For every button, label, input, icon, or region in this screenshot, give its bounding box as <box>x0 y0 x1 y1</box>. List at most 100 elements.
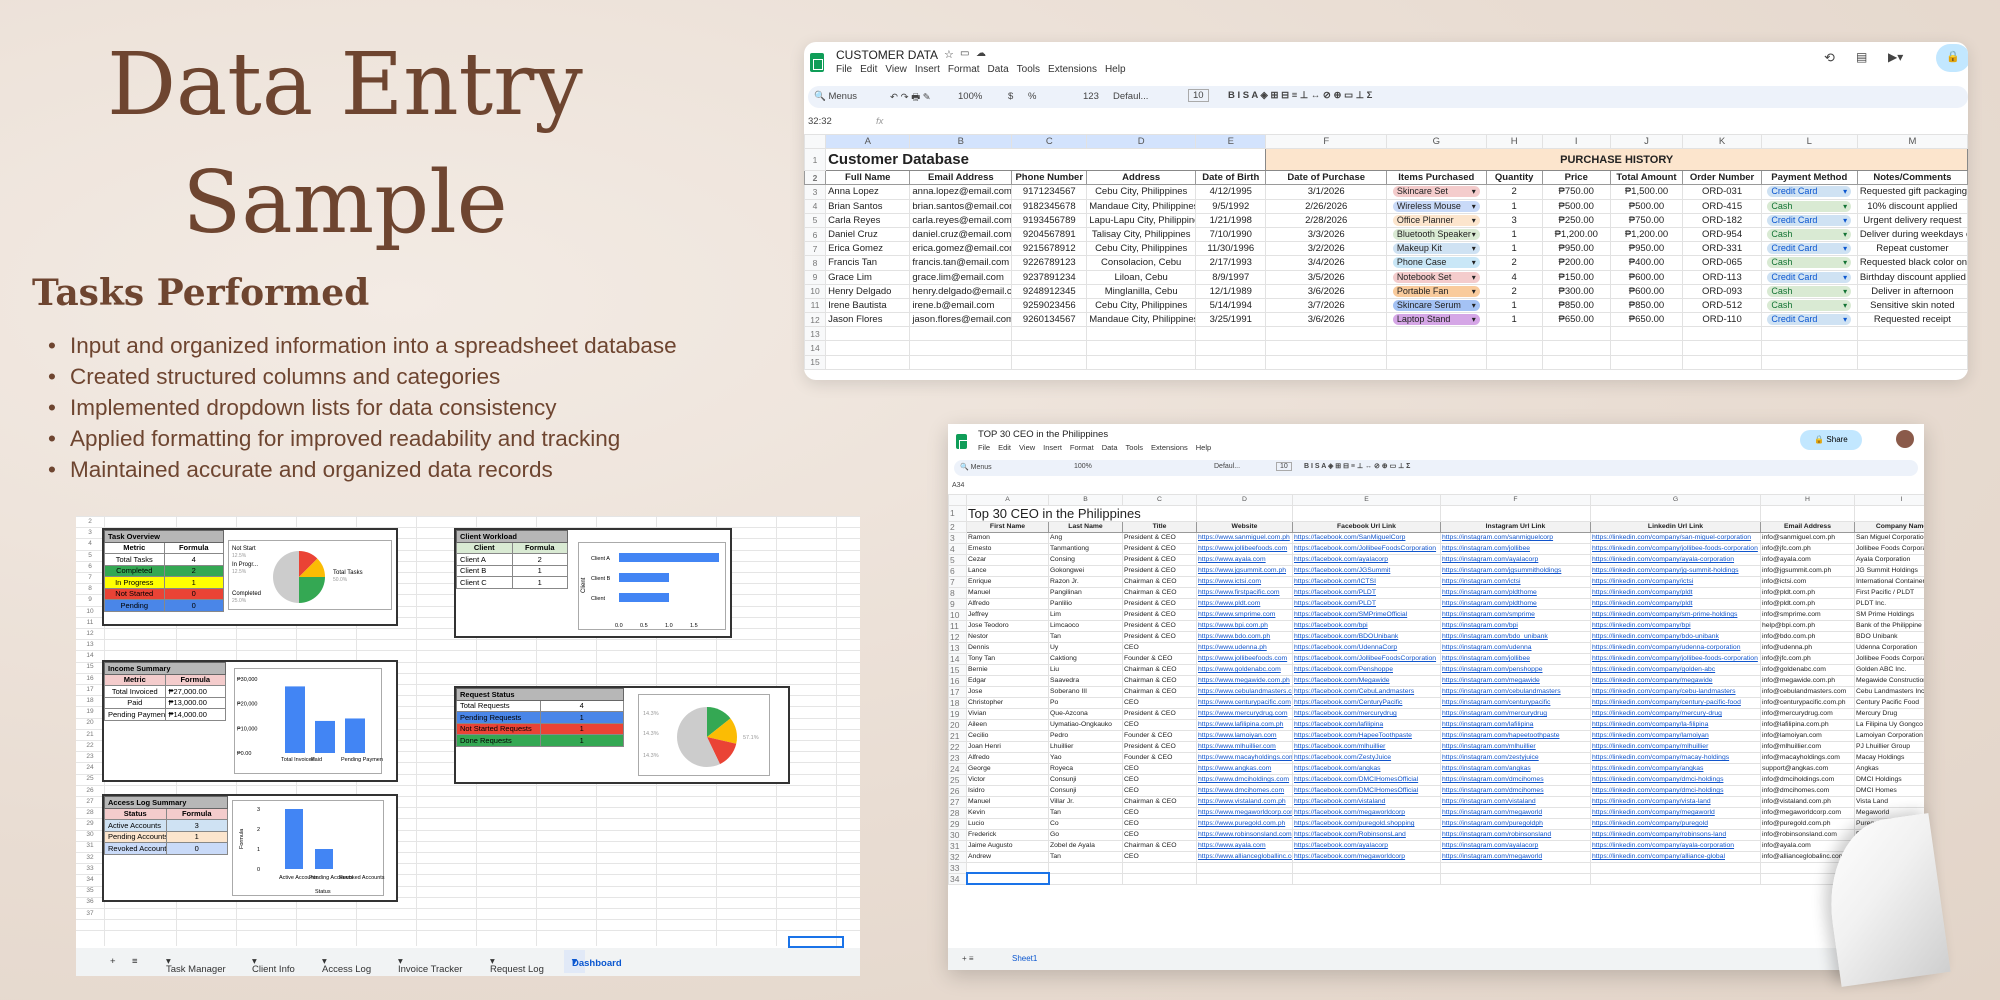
link[interactable]: https://linkedin.com/company/robinsons-l… <box>1592 831 1726 838</box>
row-number[interactable]: 11 <box>804 297 827 314</box>
link[interactable]: https://www.mercurydrug.com <box>1198 710 1288 717</box>
row-number[interactable]: 33 <box>948 861 967 874</box>
link[interactable]: https://www.cebulandmasters.com <box>1198 688 1292 695</box>
data-cell[interactable]: ₱1,200.00 <box>1609 226 1684 243</box>
data-cell[interactable]: brian.santos@email.com <box>909 198 1013 214</box>
font-size[interactable]: 10 <box>1188 89 1209 102</box>
data-cell[interactable]: Brian Santos <box>825 198 911 214</box>
link[interactable]: https://instagram.com/bpi <box>1442 622 1518 629</box>
data-cell[interactable]: Jeffrey <box>966 608 1049 621</box>
link[interactable]: https://linkedin.com/company/vista-land <box>1592 798 1711 805</box>
link[interactable]: https://instagram.com/lafilipina <box>1442 721 1533 728</box>
data-cell[interactable]: 1 <box>1485 226 1543 243</box>
empty-cell[interactable] <box>1590 504 1761 522</box>
column-header[interactable]: F <box>1440 494 1591 506</box>
data-cell[interactable]: https://facebook.com/lafilipina <box>1292 718 1441 731</box>
data-cell[interactable]: https://instagram.com/pldthome <box>1440 586 1591 599</box>
header-cell[interactable]: Order Number <box>1682 170 1762 186</box>
link[interactable]: https://instagram.com/vistaland <box>1442 798 1536 805</box>
column-header[interactable]: G <box>1386 133 1487 150</box>
add-sheet-icon[interactable]: + ≡ <box>962 954 974 963</box>
formula-bar[interactable]: fx <box>876 116 883 127</box>
data-cell[interactable]: https://facebook.com/JGSummit <box>1292 564 1441 577</box>
data-cell[interactable]: Manuel <box>966 795 1049 808</box>
data-cell[interactable]: info@lamoiyan.com <box>1760 729 1855 742</box>
data-cell[interactable]: https://linkedin.com/company/la-filipina <box>1590 718 1761 731</box>
data-cell[interactable]: info@dmciholdings.com <box>1760 773 1855 786</box>
empty-cell[interactable] <box>1195 340 1267 356</box>
link[interactable]: https://linkedin.com/company/jollibee-fo… <box>1592 545 1758 552</box>
data-cell[interactable]: https://facebook.com/angkas <box>1292 762 1441 775</box>
data-cell[interactable]: 9204567891 <box>1011 226 1088 243</box>
header-cell[interactable]: Address <box>1086 170 1197 186</box>
menu-item[interactable]: Insert <box>1043 443 1062 452</box>
data-cell[interactable]: CEO <box>1122 773 1197 786</box>
link[interactable]: https://linkedin.com/company/jollibee-fo… <box>1592 655 1758 662</box>
data-cell[interactable]: Tan <box>1048 806 1123 819</box>
link[interactable]: https://www.lafilipina.com.ph <box>1198 721 1283 728</box>
data-cell[interactable]: https://www.udenna.ph <box>1196 641 1293 654</box>
data-cell[interactable]: Joan Henri <box>966 740 1049 753</box>
data-cell[interactable]: info@ayala.com <box>1760 839 1855 852</box>
item-dropdown-chip[interactable]: Office Planner <box>1392 214 1480 226</box>
data-cell[interactable]: ORD-113 <box>1682 269 1762 285</box>
row-number[interactable]: 15 <box>804 354 827 370</box>
data-cell[interactable]: https://instagram.com/mlhuillier <box>1440 740 1591 753</box>
empty-cell[interactable] <box>1760 354 1858 370</box>
data-cell[interactable]: Century Pacific Food <box>1854 696 1924 709</box>
data-cell[interactable]: ORD-110 <box>1682 312 1762 328</box>
data-cell[interactable]: Pangilinan <box>1048 586 1123 599</box>
link[interactable]: https://www.jgsummit.com.ph <box>1198 567 1286 574</box>
data-cell[interactable]: https://instagram.com/bpi <box>1440 619 1591 632</box>
data-cell[interactable]: Tanmantiong <box>1048 542 1123 555</box>
data-cell[interactable]: https://instagram.com/centurypacific <box>1440 696 1591 709</box>
data-cell[interactable]: ORD-954 <box>1682 226 1762 243</box>
data-cell[interactable]: PLDT Inc. <box>1854 597 1924 610</box>
link[interactable]: https://www.megawide.com.ph <box>1198 677 1290 684</box>
link[interactable]: https://www.ayala.com <box>1198 556 1266 563</box>
empty-cell[interactable] <box>1086 340 1197 356</box>
data-cell[interactable]: https://instagram.com/megawide <box>1440 674 1591 687</box>
data-cell[interactable]: https://linkedin.com/company/macay-holdi… <box>1590 751 1761 764</box>
data-cell[interactable]: Founder & CEO <box>1122 751 1197 764</box>
item-dropdown-chip[interactable]: Bluetooth Speaker <box>1392 229 1480 241</box>
data-cell[interactable]: Urgent delivery request <box>1856 212 1968 228</box>
link[interactable]: https://instagram.com/ictsi <box>1442 578 1521 585</box>
row-number[interactable]: 17 <box>948 685 967 698</box>
row-number[interactable]: 34 <box>948 872 967 885</box>
link[interactable]: https://instagram.com/mercurydrug <box>1442 710 1547 717</box>
link[interactable]: https://facebook.com/ayalacorp <box>1294 842 1388 849</box>
data-cell[interactable]: Cebu City, Philippines <box>1086 184 1197 200</box>
data-cell[interactable]: Zobel de Ayala <box>1048 839 1123 852</box>
data-cell[interactable]: Grace Lim <box>825 269 911 285</box>
empty-cell[interactable] <box>1195 354 1267 370</box>
selected-cell[interactable] <box>965 872 1050 886</box>
link[interactable]: https://www.jollibeefoods.com <box>1198 545 1287 552</box>
data-cell[interactable]: President & CEO <box>1122 553 1197 566</box>
data-cell[interactable]: daniel.cruz@email.com <box>909 226 1013 243</box>
data-cell[interactable]: https://instagram.com/ayalacorp <box>1440 839 1591 852</box>
header-cell[interactable]: Full Name <box>825 170 911 186</box>
empty-cell[interactable] <box>1541 340 1611 356</box>
empty-cell[interactable] <box>1609 340 1684 356</box>
data-cell[interactable]: 9260134567 <box>1011 312 1088 328</box>
data-cell[interactable]: Mercury Drug <box>1854 707 1924 720</box>
data-cell[interactable]: CEO <box>1122 850 1197 863</box>
zoom-select[interactable]: 100% <box>958 91 982 102</box>
data-cell[interactable]: ORD-331 <box>1682 241 1762 257</box>
link[interactable]: https://facebook.com/ZestyJuice <box>1294 754 1391 761</box>
data-cell[interactable]: https://instagram.com/jollibee <box>1440 652 1591 665</box>
data-cell[interactable]: Requested gift packaging <box>1856 184 1968 200</box>
data-cell[interactable]: Deliver in afternoon <box>1856 283 1968 299</box>
data-cell[interactable]: ₱750.00 <box>1609 212 1684 228</box>
data-cell[interactable]: CEO <box>1122 718 1197 731</box>
data-cell[interactable]: Villar Jr. <box>1048 795 1123 808</box>
data-cell[interactable]: https://www.lamoiyan.com <box>1196 729 1293 742</box>
link[interactable]: https://linkedin.com/company/megaworld <box>1592 809 1715 816</box>
header-cell[interactable]: Items Purchased <box>1386 170 1487 186</box>
data-cell[interactable]: info@bdo.com.ph <box>1760 630 1855 643</box>
data-cell[interactable]: https://linkedin.com/company/ictsi <box>1590 575 1761 588</box>
menu-item[interactable]: Format <box>1070 443 1094 452</box>
data-cell[interactable]: Mandaue City, Philippines <box>1086 312 1197 328</box>
menu-item[interactable]: View <box>885 64 907 75</box>
